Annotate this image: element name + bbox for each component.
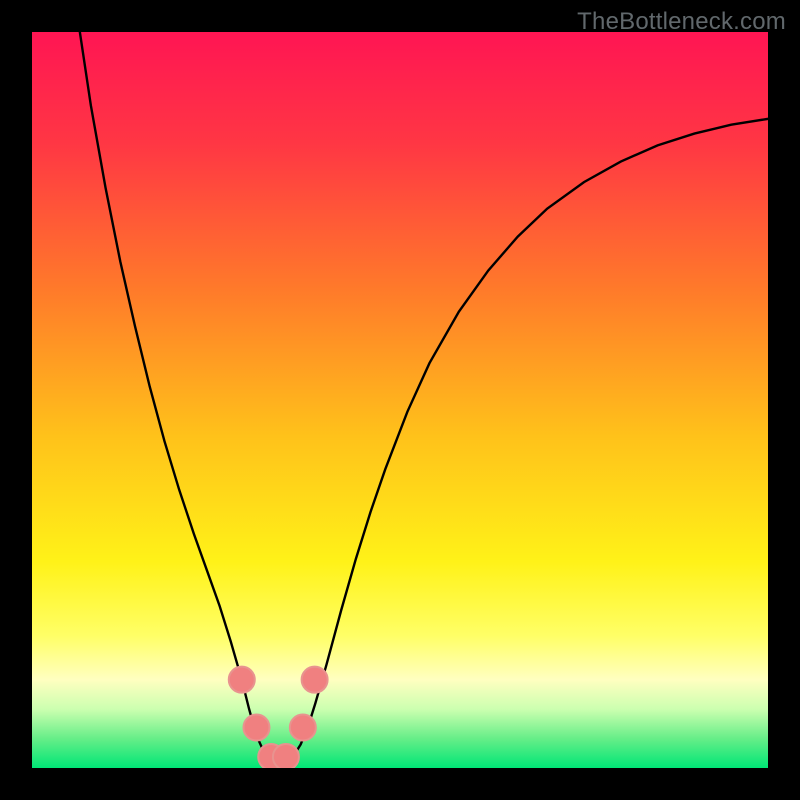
gradient-background	[32, 32, 768, 768]
marker-dot	[273, 744, 299, 768]
marker-dot	[229, 667, 255, 693]
chart-frame	[32, 32, 768, 768]
marker-dot	[243, 715, 269, 741]
bottleneck-chart	[32, 32, 768, 768]
marker-dot	[302, 667, 328, 693]
marker-dot	[290, 715, 316, 741]
watermark-text: TheBottleneck.com	[577, 8, 786, 36]
